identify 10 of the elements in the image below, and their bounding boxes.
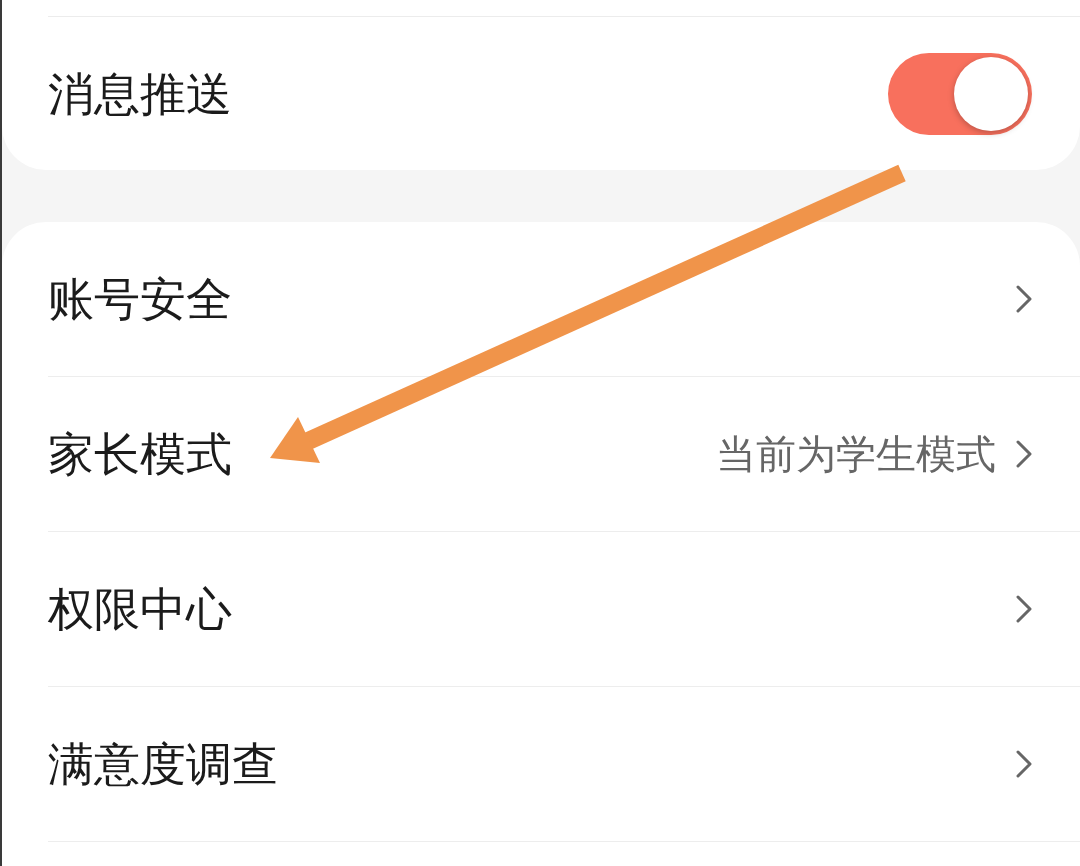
setting-label: 家长模式 (48, 426, 232, 482)
chevron-right-icon[interactable] (1016, 285, 1032, 313)
chevron-right-icon[interactable] (1016, 440, 1032, 468)
chevron-right-icon[interactable] (1016, 750, 1032, 778)
chevron-right-icon[interactable] (1016, 595, 1032, 623)
setting-label: 消息推送 (48, 65, 232, 122)
setting-label: 权限中心 (48, 581, 232, 637)
setting-label: 账号安全 (48, 271, 232, 327)
setting-label: 满意度调查 (48, 736, 278, 792)
setting-value: 当前为学生模式 (716, 430, 996, 479)
